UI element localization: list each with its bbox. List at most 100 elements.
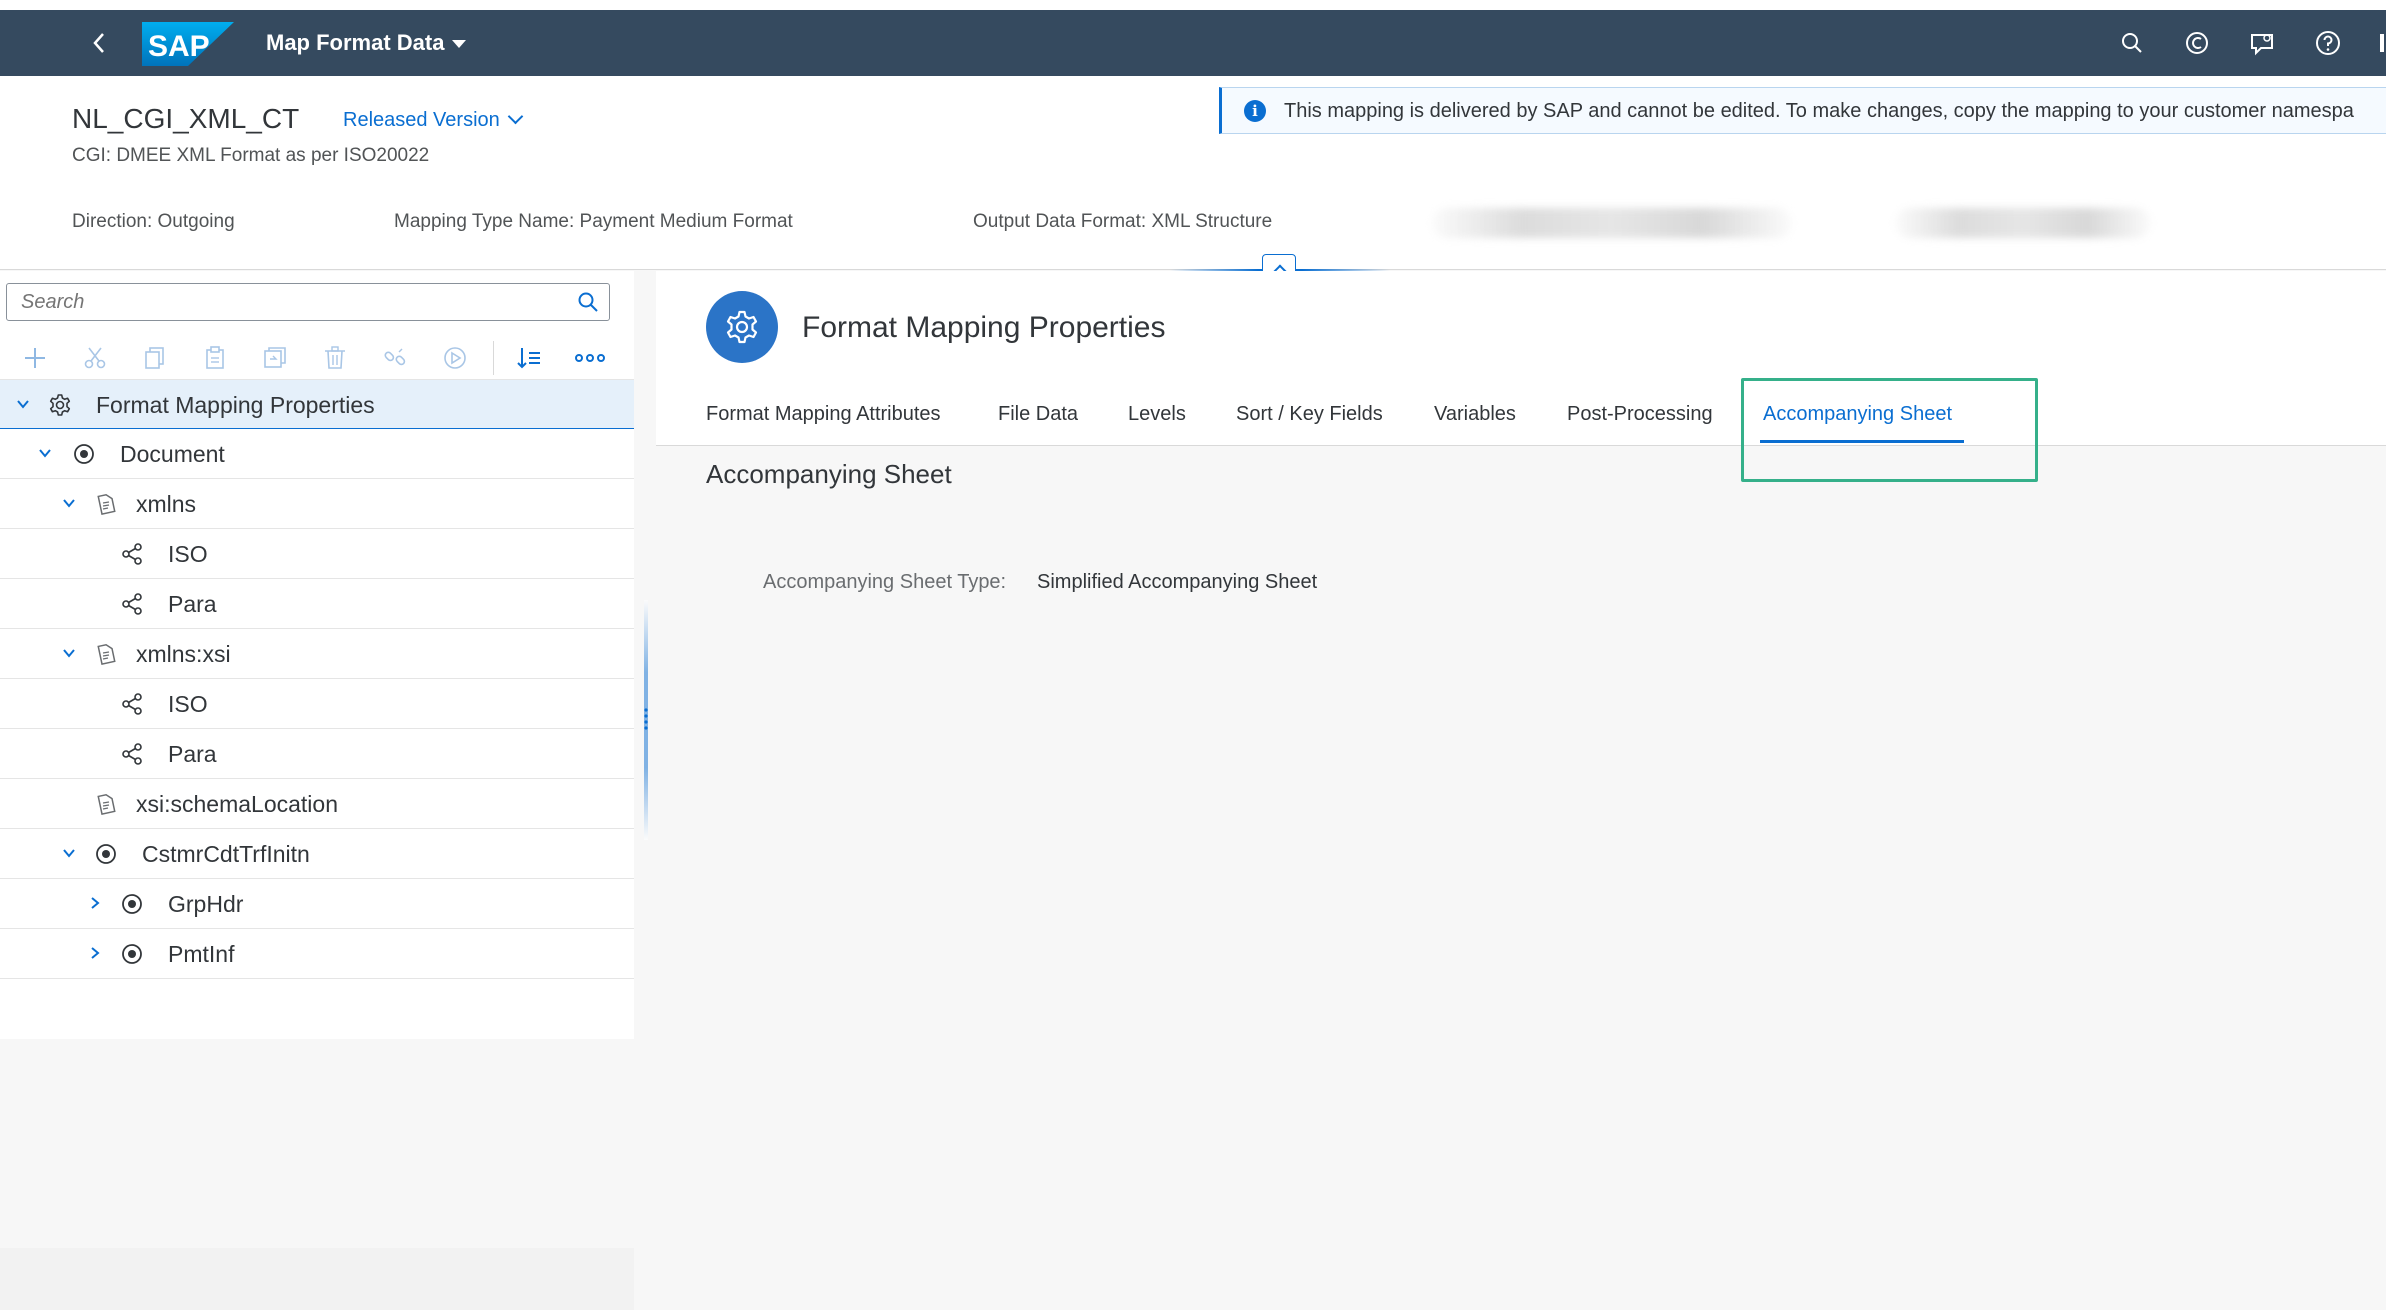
splitter-grip-icon[interactable] xyxy=(644,706,648,734)
tree-row-label: Para xyxy=(168,591,217,617)
chevron-right-icon[interactable] xyxy=(88,946,102,960)
chevron-down-icon[interactable] xyxy=(62,646,76,660)
tree-row-label: xsi:schemaLocation xyxy=(136,791,338,817)
chevron-right-icon[interactable] xyxy=(88,896,102,910)
app-title: Map Format Data xyxy=(266,30,445,55)
run-icon[interactable] xyxy=(442,345,468,371)
tree-row[interactable]: ISO xyxy=(0,679,634,729)
delete-icon[interactable] xyxy=(322,345,348,371)
redacted-attribute xyxy=(1432,208,1792,238)
tree-row-label: xmlns xyxy=(136,491,197,517)
gear-icon xyxy=(48,393,72,417)
tree-row-label: xmlns:xsi xyxy=(136,641,231,667)
chevron-down-icon[interactable] xyxy=(62,846,76,860)
tab-variables[interactable]: Variables xyxy=(1434,403,1516,426)
radio-node-icon xyxy=(120,892,144,916)
back-icon[interactable] xyxy=(84,28,114,58)
version-selector[interactable]: Released Version xyxy=(343,108,524,132)
tree-row[interactable]: Para xyxy=(0,729,634,779)
attribute-icon xyxy=(94,792,118,816)
tree-row-label: PmtInf xyxy=(168,941,235,967)
message-text: This mapping is delivered by SAP and can… xyxy=(1284,100,2354,122)
tab-levels[interactable]: Levels xyxy=(1128,403,1186,426)
copilot-icon[interactable] xyxy=(2182,28,2212,58)
copy-icon[interactable] xyxy=(142,345,168,371)
detail-pane: Format Mapping Properties Format Mapping… xyxy=(656,271,2386,1039)
toolbar-separator xyxy=(493,341,494,375)
tree-row-label: GrpHdr xyxy=(168,891,244,917)
cut-icon[interactable] xyxy=(82,345,108,371)
tree-toolbar xyxy=(0,333,634,383)
sort-icon[interactable] xyxy=(516,345,542,371)
unlink-icon[interactable] xyxy=(382,345,408,371)
duplicate-icon[interactable] xyxy=(262,345,288,371)
accompanying-sheet-type-label: Accompanying Sheet Type: xyxy=(763,571,1007,593)
radio-node-icon xyxy=(94,842,118,866)
section-title: Format Mapping Properties xyxy=(802,311,1166,344)
attribute-icon xyxy=(94,492,118,516)
gear-avatar-icon xyxy=(706,291,778,363)
help-icon[interactable] xyxy=(2313,28,2343,58)
window-top-strip xyxy=(0,0,2386,10)
radio-node-icon xyxy=(120,942,144,966)
tab-format-mapping-attributes[interactable]: Format Mapping Attributes xyxy=(706,403,941,426)
tree-row-label: ISO xyxy=(168,541,208,567)
object-title: NL_CGI_XML_CT xyxy=(72,103,300,134)
tree-row[interactable]: Format Mapping Properties xyxy=(0,379,634,429)
search-field[interactable] xyxy=(6,283,610,321)
share-icon xyxy=(120,542,144,566)
tree-row[interactable]: PmtInf xyxy=(0,929,634,979)
add-icon[interactable] xyxy=(22,345,48,371)
chevron-down-icon[interactable] xyxy=(62,496,76,510)
content-title: Accompanying Sheet xyxy=(706,459,952,489)
tab-file-data[interactable]: File Data xyxy=(998,403,1078,426)
chevron-down-icon[interactable] xyxy=(38,446,52,460)
svg-text:SAP: SAP xyxy=(148,30,210,63)
search-input[interactable] xyxy=(21,290,561,314)
radio-node-icon xyxy=(72,442,96,466)
output-format-attribute: Output Data Format: XML Structure xyxy=(973,211,1273,232)
tree-row[interactable]: CstmrCdtTrfInitn xyxy=(0,829,634,879)
tree-row-label: ISO xyxy=(168,691,208,717)
tree-row[interactable]: xmlns:xsi xyxy=(0,629,634,679)
tree-empty-area xyxy=(0,1248,634,1310)
version-label: Released Version xyxy=(343,109,500,131)
tree-row-label: Document xyxy=(120,441,225,467)
accompanying-sheet-type-value: Simplified Accompanying Sheet xyxy=(1037,571,1318,593)
share-icon xyxy=(120,742,144,766)
tree-row[interactable]: xsi:schemaLocation xyxy=(0,779,634,829)
search-icon[interactable] xyxy=(2117,28,2147,58)
tree-row[interactable]: GrpHdr xyxy=(0,879,634,929)
highlight-annotation xyxy=(1741,378,2038,482)
tree-row[interactable]: xmlns xyxy=(0,479,634,529)
structure-tree-pane: Format Mapping Properties Document xmlns IS… xyxy=(0,271,634,1310)
feedback-icon[interactable] xyxy=(2247,28,2277,58)
app-title-menu[interactable]: Map Format Data xyxy=(266,28,467,58)
tree-row-label: CstmrCdtTrfInitn xyxy=(142,841,310,867)
tree-row-label: Para xyxy=(168,741,217,767)
tree-row-label: Format Mapping Properties xyxy=(96,392,375,418)
sap-logo[interactable]: SAP xyxy=(142,22,234,66)
redacted-attribute xyxy=(1895,208,2151,238)
caret-down-icon xyxy=(452,40,467,49)
more-icon[interactable] xyxy=(574,345,606,371)
user-menu-icon[interactable] xyxy=(2376,28,2386,58)
chevron-down-icon xyxy=(507,108,524,125)
tab-sort-key-fields[interactable]: Sort / Key Fields xyxy=(1236,403,1383,426)
object-subtitle: CGI: DMEE XML Format as per ISO20022 xyxy=(72,145,430,166)
info-message-strip: i This mapping is delivered by SAP and c… xyxy=(1219,87,2386,134)
search-icon[interactable] xyxy=(577,291,599,313)
tree-row[interactable]: ISO xyxy=(0,529,634,579)
detail-header: Format Mapping Properties Format Mapping… xyxy=(656,271,2386,446)
object-header: NL_CGI_XML_CT Released Version CGI: DMEE… xyxy=(0,76,2386,270)
paste-icon[interactable] xyxy=(202,345,228,371)
chevron-down-icon[interactable] xyxy=(16,397,30,411)
tab-post-processing[interactable]: Post-Processing xyxy=(1567,403,1713,426)
info-icon: i xyxy=(1244,100,1266,122)
tree-row[interactable]: Document xyxy=(0,429,634,479)
shell-bar: SAP Map Format Data xyxy=(0,10,2386,76)
share-icon xyxy=(120,592,144,616)
share-icon xyxy=(120,692,144,716)
attribute-icon xyxy=(94,642,118,666)
tree-row[interactable]: Para xyxy=(0,579,634,629)
